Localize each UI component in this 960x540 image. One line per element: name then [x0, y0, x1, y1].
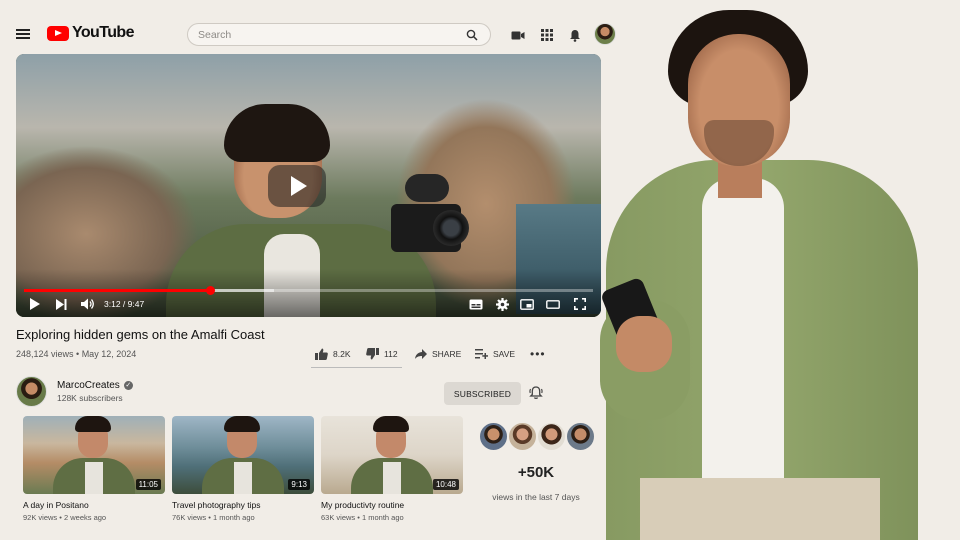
related-video-title: A day in Positano — [23, 500, 89, 510]
related-video-meta: 63K views • 1 month ago — [321, 513, 404, 522]
volume-icon[interactable] — [80, 297, 96, 311]
video-frame-camera — [391, 174, 469, 252]
share-arrow-icon — [415, 349, 427, 359]
bell-icon[interactable] — [528, 385, 544, 401]
search-icon — [466, 29, 478, 41]
views-stat-value: +50K — [517, 464, 555, 481]
like-dislike-divider — [311, 367, 402, 368]
viewer-avatars — [478, 421, 596, 452]
related-video-card[interactable]: 9:13 Travel photography tips 76K views •… — [172, 416, 314, 522]
dislike-button[interactable]: 112 — [366, 347, 398, 361]
save-label: SAVE — [493, 349, 516, 359]
channel-name-row[interactable]: MarcoCreates ✓ — [57, 380, 133, 391]
logo-text: YouTube — [72, 24, 134, 41]
search-input[interactable] — [188, 28, 454, 41]
theater-mode-icon[interactable] — [545, 297, 561, 311]
related-video-card[interactable]: 11:05 A day in Positano 92K views • 2 we… — [23, 416, 165, 522]
video-meta: 248,124 views • May 12, 2024 — [16, 349, 137, 359]
more-dots-icon[interactable]: ••• — [530, 347, 546, 361]
avatar — [565, 421, 596, 452]
youtube-ui: YouTube Search 3:12 / 9:47 Exploring hid… — [0, 0, 620, 540]
apps-grid-icon[interactable] — [538, 26, 556, 44]
play-button-overlay[interactable] — [268, 165, 326, 207]
video-thumbnail: 11:05 — [23, 416, 165, 494]
like-button[interactable]: 8.2K — [315, 347, 351, 361]
create-video-icon[interactable] — [509, 26, 527, 44]
related-video-title: My productivty routine — [321, 500, 405, 510]
related-video-meta: 92K views • 2 weeks ago — [23, 513, 107, 522]
related-video-title: Travel photography tips — [172, 500, 261, 510]
progress-bar[interactable] — [24, 286, 593, 295]
video-player[interactable]: 3:12 / 9:47 — [16, 54, 601, 317]
fullscreen-icon[interactable] — [572, 297, 588, 311]
video-duration: 9:13 — [288, 479, 310, 490]
search-button[interactable] — [454, 24, 490, 45]
progress-scrubber[interactable] — [206, 286, 216, 295]
channel-subscribers: 128K subscribers — [57, 393, 123, 403]
search-bar — [187, 23, 491, 46]
presenter-photo — [600, 0, 960, 540]
youtube-logo[interactable]: YouTube — [47, 24, 134, 42]
menu-icon[interactable] — [16, 29, 30, 39]
channel-avatar[interactable] — [16, 376, 47, 407]
notifications-bell-icon[interactable] — [566, 26, 584, 44]
dislike-count: 112 — [384, 349, 398, 359]
views-stat-label: views in the last 7 days — [492, 492, 580, 502]
video-thumbnail: 9:13 — [172, 416, 314, 494]
play-icon[interactable] — [28, 297, 42, 311]
channel-name: MarcoCreates — [57, 380, 120, 391]
video-duration: 10:48 — [432, 479, 459, 490]
video-thumbnail: 10:48 — [321, 416, 463, 494]
settings-gear-icon[interactable] — [494, 297, 510, 311]
avatar — [507, 421, 538, 452]
add-to-playlist-icon — [475, 349, 488, 359]
progress-played — [24, 289, 211, 292]
related-video-card[interactable]: 10:48 My productivty routine 63K views •… — [321, 416, 463, 522]
miniplayer-icon[interactable] — [519, 297, 535, 311]
related-video-meta: 76K views • 1 month ago — [172, 513, 255, 522]
youtube-logo-icon — [47, 25, 69, 41]
save-button[interactable]: SAVE — [475, 347, 515, 361]
next-icon[interactable] — [54, 297, 68, 311]
timecode: 3:12 / 9:47 — [104, 299, 145, 309]
verified-check-icon: ✓ — [123, 381, 133, 390]
share-label: SHARE — [432, 349, 462, 359]
thumbs-down-icon — [366, 348, 379, 360]
video-title: Exploring hidden gems on the Amalfi Coas… — [16, 327, 265, 342]
share-button[interactable]: SHARE — [415, 347, 461, 361]
thumbs-up-icon — [315, 348, 328, 360]
avatar — [478, 421, 509, 452]
controls-shade — [16, 269, 601, 317]
subscribed-button[interactable]: SUBSCRIBED — [444, 382, 521, 405]
captions-icon[interactable] — [468, 297, 484, 311]
like-count: 8.2K — [333, 349, 351, 359]
avatar — [536, 421, 567, 452]
video-duration: 11:05 — [135, 479, 161, 490]
